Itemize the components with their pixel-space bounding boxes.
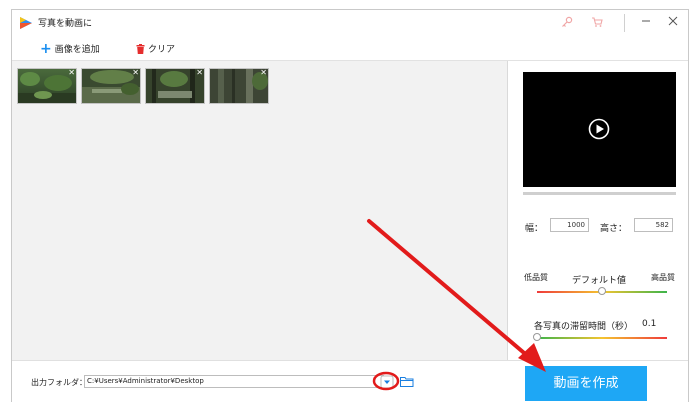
preview-progress-bar[interactable] [523,192,676,195]
close-icon[interactable] [664,13,682,31]
image-thumbnail[interactable]: ✕ [81,68,141,104]
high-quality-label: 高品質 [651,273,675,282]
title-bar: 写真を動画に [12,10,688,36]
window-title: 写真を動画に [38,19,93,29]
default-quality-label: デフォルト値 [572,276,627,286]
image-thumbnail[interactable]: ✕ [209,68,269,104]
clear-button[interactable]: クリア [136,42,175,55]
low-quality-label: 低品質 [524,273,548,282]
app-window: 写真を動画に + 画像を追加 クリア ✕ ✕ ✕ ✕ 幅： 1000 高さ： 5… [11,9,689,403]
output-path-field[interactable]: C:¥Users¥Administrator¥Desktop [84,375,384,388]
duration-value: 0.1 [642,319,657,329]
trash-icon [136,43,145,54]
duration-label: 各写真の滞留時間（秒） [534,322,634,332]
remove-thumbnail-icon[interactable]: ✕ [132,69,139,77]
remove-thumbnail-icon[interactable]: ✕ [68,69,75,77]
height-input[interactable]: 582 [634,218,673,232]
remove-thumbnail-icon[interactable]: ✕ [196,69,203,77]
minimize-icon[interactable] [637,13,655,31]
folder-icon[interactable] [400,376,414,387]
duration-slider-track[interactable] [537,337,667,339]
add-image-label: 画像を追加 [54,45,100,55]
plus-icon: + [40,40,52,57]
settings-panel: 幅： 1000 高さ： 582 低品質 デフォルト値 高品質 各写真の滞留時間（… [508,61,688,360]
output-folder-label: 出力フォルダ： [31,378,87,387]
image-list-area[interactable]: ✕ ✕ ✕ ✕ [12,61,508,360]
toolbar: + 画像を追加 クリア [12,36,688,61]
height-label: 高さ： [600,224,628,234]
chevron-down-icon[interactable] [378,373,396,391]
image-thumbnail[interactable]: ✕ [145,68,205,104]
output-bar: 出力フォルダ： C:¥Users¥Administrator¥Desktop 動… [12,360,688,403]
duration-slider-knob[interactable] [533,333,541,341]
play-icon[interactable] [588,118,610,140]
app-logo-icon [20,17,32,29]
clear-label: クリア [148,45,176,55]
create-video-button[interactable]: 動画を作成 [525,366,647,401]
width-input[interactable]: 1000 [550,218,589,232]
title-separator [624,14,625,32]
cart-icon[interactable] [591,16,603,28]
add-image-button[interactable]: + 画像を追加 [40,40,100,57]
width-label: 幅： [525,224,544,234]
video-preview[interactable] [523,72,676,187]
remove-thumbnail-icon[interactable]: ✕ [260,69,267,77]
image-thumbnail[interactable]: ✕ [17,68,77,104]
quality-slider-knob[interactable] [598,287,606,295]
key-icon[interactable] [561,16,573,28]
